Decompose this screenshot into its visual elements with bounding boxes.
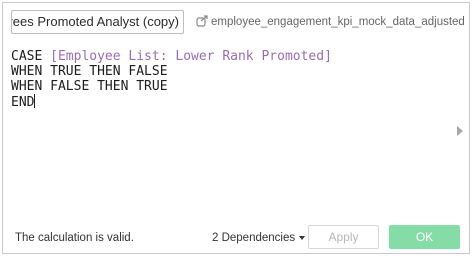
datasource-link-icon [196, 15, 208, 27]
dependencies-label: 2 Dependencies [212, 232, 296, 244]
formula-editor[interactable]: CASE [Employee List: Lower Rank Promoted… [11, 49, 457, 197]
field-reference[interactable]: [Employee List: Lower Rank Promoted] [50, 49, 332, 64]
text-cursor [34, 94, 36, 108]
formula-line-4: END [11, 94, 457, 110]
datasource-label: employee_engagement_kpi_mock_data_adjust… [195, 15, 465, 29]
calculation-editor-dialog: nployees Promoted Analyst (copy) employe… [2, 2, 470, 254]
apply-button[interactable]: Apply [308, 225, 379, 249]
dependencies-dropdown[interactable]: 2 Dependencies [212, 232, 306, 244]
expand-panel-arrow-icon[interactable] [457, 126, 463, 136]
formula-line-2: WHEN TRUE THEN FALSE [11, 64, 168, 79]
calculation-name-text: nployees Promoted Analyst (copy) [12, 14, 179, 29]
formula-line-1: CASE [Employee List: Lower Rank Promoted… [11, 49, 457, 64]
validation-status: The calculation is valid. [15, 232, 134, 244]
case-keyword: CASE [11, 49, 43, 64]
end-keyword: END [11, 95, 35, 110]
ok-button[interactable]: OK [389, 225, 460, 249]
calculation-name-input[interactable]: nployees Promoted Analyst (copy) [11, 10, 184, 34]
chevron-down-icon [299, 236, 306, 240]
formula-line-3: WHEN FALSE THEN TRUE [11, 79, 168, 94]
datasource-name: employee_engagement_kpi_mock_data_adjust… [211, 16, 465, 28]
